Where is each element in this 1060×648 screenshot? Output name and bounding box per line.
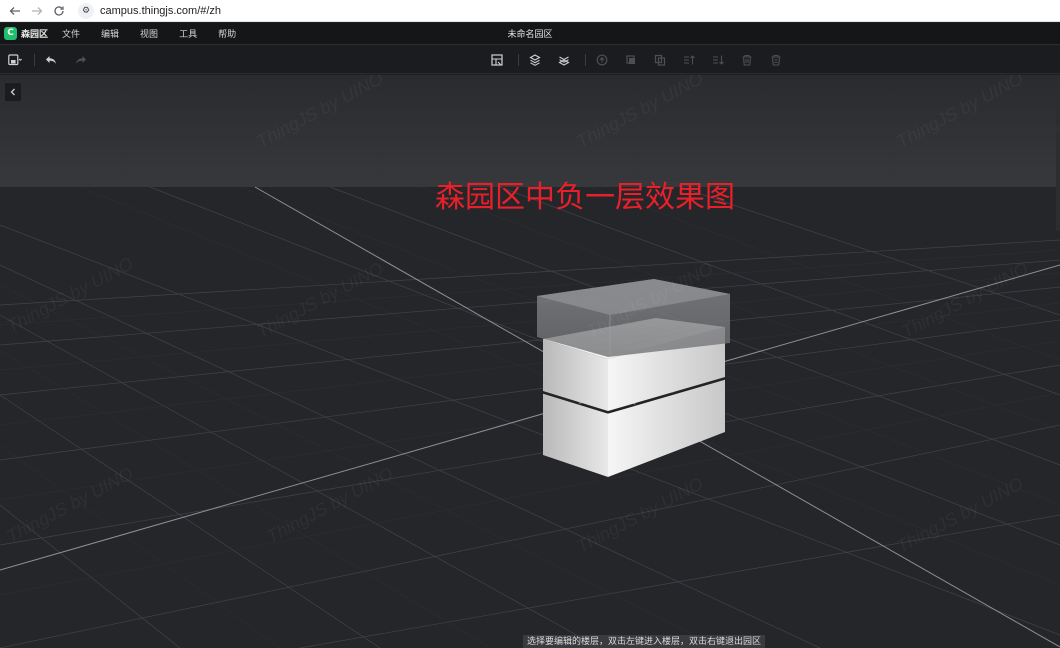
browser-bar: ⚙ campus.thingjs.com/#/zh xyxy=(0,0,1060,22)
delete-all-icon[interactable] xyxy=(768,52,784,68)
toolbar-separator xyxy=(585,54,586,66)
app-menubar: 未命名园区 C 森园区 文件 编辑 视图 工具 帮助 xyxy=(0,23,1060,45)
paste-icon[interactable] xyxy=(652,52,668,68)
layers-down-icon[interactable] xyxy=(556,52,572,68)
menu-tools[interactable]: 工具 xyxy=(179,27,197,40)
menu-file[interactable]: 文件 xyxy=(62,27,80,40)
save-icon[interactable] xyxy=(4,52,26,68)
menu-edit[interactable]: 编辑 xyxy=(101,27,119,40)
brand-logo-icon: C xyxy=(4,27,17,40)
upload-icon[interactable] xyxy=(594,52,610,68)
overlay-title: 森园区中负一层效果图 xyxy=(435,180,735,215)
layout-icon[interactable] xyxy=(489,52,505,68)
delete-icon[interactable] xyxy=(739,52,755,68)
url-text[interactable]: campus.thingjs.com/#/zh xyxy=(100,5,221,17)
toolbar xyxy=(0,46,1060,74)
redo-icon[interactable] xyxy=(73,52,89,68)
toolbar-separator xyxy=(34,54,35,66)
scene-viewport[interactable]: ThingJS by UINO ThingJS by UINO ThingJS … xyxy=(0,75,1060,648)
right-panel-tabs[interactable] xyxy=(1056,83,1060,235)
brand[interactable]: C 森园区 xyxy=(4,27,48,40)
back-arrow-icon[interactable] xyxy=(6,2,24,20)
forward-arrow-icon[interactable] xyxy=(28,2,46,20)
move-up-icon[interactable] xyxy=(681,52,697,68)
right-tab[interactable] xyxy=(1056,107,1060,127)
status-hint: 选择要编辑的楼层，双击左键进入楼层，双击右键退出园区 xyxy=(523,635,766,648)
layers-up-icon[interactable] xyxy=(527,52,543,68)
move-down-icon[interactable] xyxy=(710,52,726,68)
copy-icon[interactable] xyxy=(623,52,639,68)
menu-help[interactable]: 帮助 xyxy=(218,27,236,40)
collapse-panel-button[interactable] xyxy=(4,82,22,102)
address-bar[interactable]: ⚙ campus.thingjs.com/#/zh xyxy=(78,2,221,19)
undo-icon[interactable] xyxy=(43,52,59,68)
scene-canvas[interactable] xyxy=(0,75,1060,648)
brand-name: 森园区 xyxy=(21,30,49,40)
reload-icon[interactable] xyxy=(50,2,68,20)
right-tab[interactable] xyxy=(1056,83,1060,103)
menu-view[interactable]: 视图 xyxy=(140,27,158,40)
right-tab[interactable] xyxy=(1056,131,1060,231)
window-title: 未命名园区 xyxy=(507,30,553,40)
site-settings-icon[interactable]: ⚙ xyxy=(78,2,94,19)
chevron-left-icon xyxy=(10,88,15,96)
toolbar-separator xyxy=(518,54,519,66)
